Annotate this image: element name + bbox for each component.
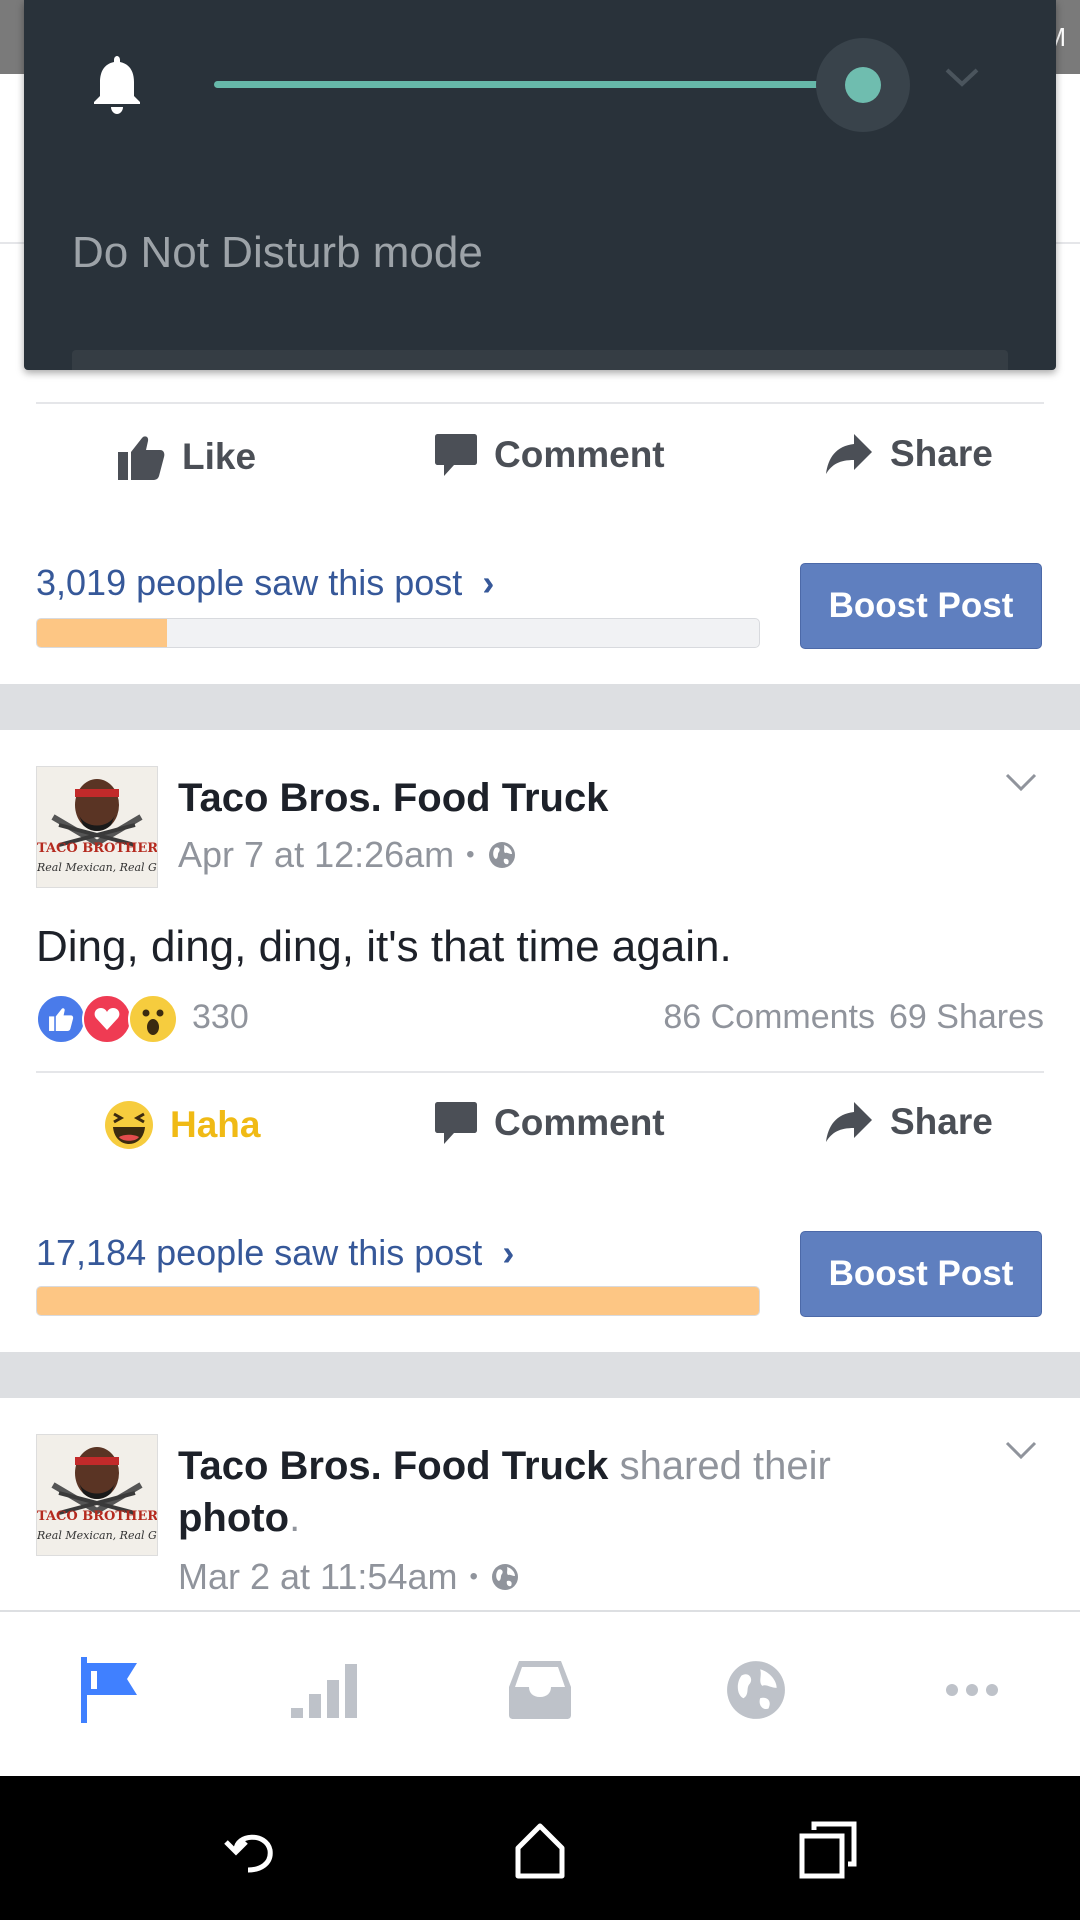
- page-avatar[interactable]: TACO BROTHERS Real Mexican, Real Good: [36, 1434, 158, 1556]
- haha-reaction-button[interactable]: Haha: [104, 1100, 260, 1150]
- comment-button[interactable]: Comment: [434, 1100, 665, 1146]
- share-label: Share: [890, 433, 993, 474]
- tab-insights[interactable]: [284, 1650, 364, 1730]
- wow-reaction-icon: [128, 994, 178, 1044]
- comment-icon: [435, 434, 477, 476]
- comment-label: Comment: [494, 434, 665, 475]
- boost-post-button[interactable]: Boost Post: [800, 563, 1042, 649]
- bar-chart-icon: [291, 1664, 357, 1718]
- reach-text: 17,184 people saw this post: [36, 1232, 483, 1273]
- boost-post-button[interactable]: Boost Post: [800, 1231, 1042, 1317]
- feed-separator: [0, 684, 1080, 730]
- volume-slider-track[interactable]: [214, 81, 864, 88]
- reach-text: 3,019 people saw this post: [36, 562, 463, 603]
- tab-inbox[interactable]: [500, 1650, 580, 1730]
- haha-icon: [105, 1101, 153, 1149]
- bell-icon[interactable]: [90, 52, 144, 114]
- more-icon: [946, 1684, 998, 1696]
- avatar-logo-text: TACO BROTHERS: [37, 841, 158, 856]
- haha-label: Haha: [170, 1104, 261, 1145]
- chevron-down-icon[interactable]: [1004, 772, 1038, 792]
- home-icon[interactable]: [510, 1820, 570, 1880]
- reach-link[interactable]: 17,184 people saw this post ›: [36, 1232, 514, 1274]
- reach-progress-bar: [36, 1286, 760, 1316]
- reaction-icons[interactable]: [36, 994, 178, 1044]
- period: .: [289, 1496, 301, 1540]
- dnd-label[interactable]: Do Not Disturb mode: [72, 228, 483, 278]
- avatar-tagline: Real Mexican, Real Good: [37, 1529, 157, 1542]
- volume-panel: Do Not Disturb mode: [24, 0, 1056, 370]
- back-icon[interactable]: [222, 1820, 282, 1880]
- volume-slider-thumb[interactable]: [845, 67, 881, 103]
- flag-icon: [81, 1657, 137, 1723]
- post-timestamp[interactable]: Mar 2 at 11:54am: [178, 1556, 457, 1598]
- post-message: Ding, ding, ding, it's that time again.: [36, 922, 732, 971]
- globe-icon: [488, 842, 515, 868]
- globe-icon: [491, 1564, 518, 1590]
- chevron-right-icon: ›: [472, 562, 495, 603]
- tab-globe[interactable]: [716, 1650, 796, 1730]
- share-button[interactable]: Share: [824, 1100, 993, 1144]
- comment-button[interactable]: Comment: [434, 432, 665, 478]
- comment-label: Comment: [494, 1102, 665, 1143]
- share-icon: [826, 1102, 872, 1142]
- meta-dot: •: [469, 1563, 478, 1590]
- post-meta: Mar 2 at 11:54am •: [178, 1556, 520, 1598]
- reach-progress-bar: [36, 618, 760, 648]
- reach-progress-fill: [37, 619, 167, 647]
- reaction-count[interactable]: 330: [192, 998, 249, 1037]
- recents-icon[interactable]: [798, 1820, 858, 1880]
- reach-link[interactable]: 3,019 people saw this post ›: [36, 562, 494, 604]
- reach-progress-fill: [37, 1287, 759, 1315]
- like-reaction-icon: [36, 994, 86, 1044]
- divider: [36, 1071, 1044, 1073]
- meta-dot: •: [466, 841, 475, 868]
- share-button[interactable]: Share: [824, 432, 993, 476]
- page-avatar[interactable]: TACO BROTHERS Real Mexican, Real Good: [36, 766, 158, 888]
- divider: [36, 402, 1044, 404]
- tab-more[interactable]: [932, 1650, 1012, 1730]
- engagement-counts: 86 Comments 69 Shares: [663, 998, 1044, 1037]
- shared-text: shared their: [619, 1444, 831, 1488]
- next-post-header-line2: photo.: [178, 1496, 300, 1541]
- share-label: Share: [890, 1101, 993, 1142]
- like-button[interactable]: Like: [116, 432, 256, 482]
- feed-separator: [0, 1352, 1080, 1398]
- chevron-right-icon: ›: [492, 1232, 515, 1273]
- tab-pages[interactable]: [68, 1650, 148, 1730]
- share-icon: [826, 434, 872, 474]
- chevron-down-icon[interactable]: [1004, 1440, 1038, 1460]
- photo-link[interactable]: photo: [178, 1496, 289, 1540]
- shares-count[interactable]: 69 Shares: [889, 998, 1044, 1037]
- love-reaction-icon: [82, 994, 132, 1044]
- inbox-icon: [509, 1661, 571, 1719]
- comments-count[interactable]: 86 Comments: [663, 998, 875, 1037]
- avatar-logo-text: TACO BROTHERS: [37, 1509, 158, 1524]
- page-name[interactable]: Taco Bros. Food Truck: [178, 776, 608, 821]
- post-meta: Apr 7 at 12:26am •: [178, 834, 517, 876]
- dnd-options-bar: [72, 350, 1008, 370]
- comment-icon: [435, 1102, 477, 1144]
- avatar-tagline: Real Mexican, Real Good: [37, 861, 157, 874]
- chevron-down-icon[interactable]: [944, 66, 980, 88]
- globe-icon: [727, 1661, 785, 1719]
- post-timestamp[interactable]: Apr 7 at 12:26am: [178, 834, 454, 876]
- thumbs-up-icon: [118, 436, 165, 480]
- like-label: Like: [182, 436, 257, 477]
- next-post-header: Taco Bros. Food Truck shared their: [178, 1444, 831, 1489]
- page-name[interactable]: Taco Bros. Food Truck: [178, 1444, 608, 1488]
